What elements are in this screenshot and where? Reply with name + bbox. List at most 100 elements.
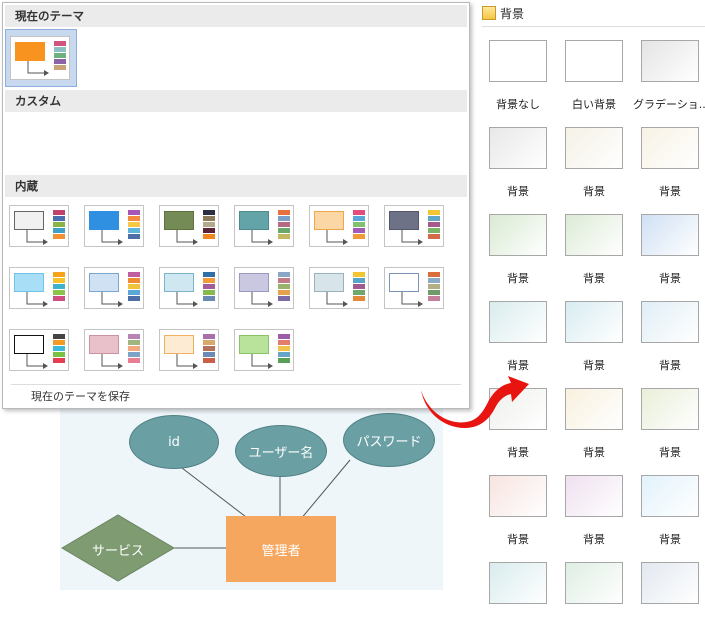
builtin-theme-13[interactable] xyxy=(9,329,69,371)
background-tile-2[interactable] xyxy=(565,40,623,82)
theme-color-stripes xyxy=(428,210,440,240)
background-tile-9[interactable] xyxy=(641,214,699,256)
builtin-theme-4[interactable] xyxy=(234,205,294,247)
builtin-theme-6[interactable] xyxy=(384,205,444,247)
attribute-id[interactable]: id xyxy=(129,415,219,469)
theme-color-swatch xyxy=(278,352,290,357)
theme-panel: 現在のテーマ カスタム 内蔵 現在のテーマを保存 xyxy=(2,2,470,409)
theme-color-stripes xyxy=(278,334,290,364)
attribute-username[interactable]: ユーザー名 xyxy=(235,425,327,477)
builtin-theme-16[interactable] xyxy=(234,329,294,371)
theme-color-swatch xyxy=(428,278,440,283)
theme-color-swatch xyxy=(128,334,140,339)
builtin-theme-7[interactable] xyxy=(9,267,69,309)
current-theme-thumb[interactable] xyxy=(10,36,70,80)
theme-color-swatch xyxy=(353,234,365,239)
background-title: 背景 xyxy=(500,7,525,21)
theme-color-stripes xyxy=(353,272,365,302)
theme-color-swatch xyxy=(128,340,140,345)
theme-color-swatch xyxy=(278,222,290,227)
background-tile-label: 背景 xyxy=(507,185,529,198)
background-tile-10[interactable] xyxy=(489,301,547,343)
theme-color-swatch xyxy=(278,228,290,233)
theme-color-stripes xyxy=(53,272,65,302)
background-tile-20[interactable] xyxy=(565,562,623,604)
background-tile-11[interactable] xyxy=(565,301,623,343)
background-tile-label: 背景 xyxy=(507,533,529,546)
theme-color-swatch xyxy=(353,210,365,215)
theme-color-swatch xyxy=(54,47,66,52)
background-tile-12[interactable] xyxy=(641,301,699,343)
theme-color-stripes xyxy=(278,210,290,240)
builtin-theme-15[interactable] xyxy=(159,329,219,371)
entity-admin[interactable]: 管理者 xyxy=(226,516,336,582)
theme-color-swatch xyxy=(128,296,140,301)
theme-color-swatch xyxy=(203,210,215,215)
theme-color-stripes xyxy=(353,210,365,240)
background-tile-21[interactable] xyxy=(641,562,699,604)
theme-color-swatch xyxy=(203,352,215,357)
background-tile-15[interactable] xyxy=(641,388,699,430)
background-tile-14[interactable] xyxy=(565,388,623,430)
theme-color-swatch xyxy=(278,358,290,363)
theme-color-stripes xyxy=(203,272,215,302)
background-tile-8[interactable] xyxy=(565,214,623,256)
background-tile-label: 背景 xyxy=(659,359,681,372)
theme-color-swatch xyxy=(203,284,215,289)
background-tile-1[interactable] xyxy=(489,40,547,82)
theme-color-stripes xyxy=(53,210,65,240)
background-tile-6[interactable] xyxy=(641,127,699,169)
background-tile-label: 背景 xyxy=(583,185,605,198)
background-tile-label: 背景 xyxy=(583,446,605,459)
theme-color-swatch xyxy=(53,228,65,233)
theme-color-swatch xyxy=(353,222,365,227)
background-tile-16[interactable] xyxy=(489,475,547,517)
builtin-theme-3[interactable] xyxy=(159,205,219,247)
theme-color-swatch xyxy=(278,296,290,301)
save-theme-button[interactable]: 現在のテーマを保存 xyxy=(11,387,461,407)
theme-color-swatch xyxy=(128,234,140,239)
builtin-theme-12[interactable] xyxy=(384,267,444,309)
attribute-id-label: id xyxy=(168,434,180,450)
builtin-theme-1[interactable] xyxy=(9,205,69,247)
background-tile-5[interactable] xyxy=(565,127,623,169)
theme-color-swatch xyxy=(278,284,290,289)
current-theme-header: 現在のテーマ xyxy=(5,5,467,27)
theme-color-swatch xyxy=(128,284,140,289)
builtin-theme-14[interactable] xyxy=(84,329,144,371)
background-tile-4[interactable] xyxy=(489,127,547,169)
theme-color-swatch xyxy=(428,222,440,227)
builtin-theme-5[interactable] xyxy=(309,205,369,247)
background-tile-label: 背景 xyxy=(583,359,605,372)
builtin-theme-2[interactable] xyxy=(84,205,144,247)
theme-color-stripes xyxy=(203,210,215,240)
background-tile-label: 背景 xyxy=(507,272,529,285)
diagram-canvas[interactable]: id ユーザー名 パスワード 管理者 サービス xyxy=(60,385,443,590)
theme-color-swatch xyxy=(428,216,440,221)
theme-color-swatch xyxy=(128,228,140,233)
theme-color-swatch xyxy=(428,234,440,239)
current-theme-selected[interactable] xyxy=(5,29,77,87)
theme-color-swatch xyxy=(278,334,290,339)
background-tile-19[interactable] xyxy=(489,562,547,604)
background-tile-18[interactable] xyxy=(641,475,699,517)
builtin-theme-11[interactable] xyxy=(309,267,369,309)
theme-color-swatch xyxy=(353,290,365,295)
theme-color-swatch xyxy=(428,228,440,233)
save-divider xyxy=(11,384,461,385)
builtin-theme-8[interactable] xyxy=(84,267,144,309)
theme-color-swatch xyxy=(128,352,140,357)
background-tile-17[interactable] xyxy=(565,475,623,517)
theme-color-swatch xyxy=(278,290,290,295)
theme-color-swatch xyxy=(203,272,215,277)
theme-color-swatch xyxy=(353,272,365,277)
builtin-theme-10[interactable] xyxy=(234,267,294,309)
builtin-theme-9[interactable] xyxy=(159,267,219,309)
theme-color-stripes xyxy=(128,210,140,240)
background-header-divider xyxy=(482,26,705,27)
background-tile-label: 白い背景 xyxy=(572,98,616,111)
theme-color-swatch xyxy=(203,216,215,221)
background-tile-3[interactable] xyxy=(641,40,699,82)
background-tile-7[interactable] xyxy=(489,214,547,256)
theme-color-swatch xyxy=(353,296,365,301)
